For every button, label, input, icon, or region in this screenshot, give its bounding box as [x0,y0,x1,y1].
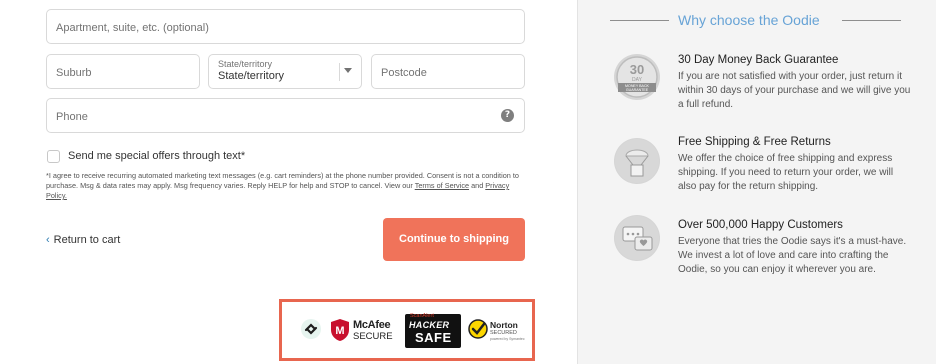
money-back-guarantee-icon: 30 DAY MONEY BACK GUARANTEE [614,54,660,100]
feature-desc-free-shipping: We offer the choice of free shipping and… [678,153,894,192]
mcafee-secure-badge: M McAfee SECURE [330,316,396,344]
title-divider-right [842,20,901,21]
feature-title-money-back: 30 Day Money Back Guarantee [678,54,839,66]
state-select[interactable]: State/territory State/territory [208,54,362,89]
guarantee-icon-band-2: GUARANTEE [626,88,649,92]
phone-input[interactable]: Phone ? [46,98,525,133]
secure-checkout-loop-icon [301,319,321,339]
guarantee-icon-day: DAY [632,77,643,83]
mcafee-brand: McAfee [353,319,391,331]
guarantee-icon-number: 30 [630,62,644,77]
select-divider [339,63,340,81]
hacker-text: HACKER [409,320,450,330]
feature-title-free-shipping: Free Shipping & Free Returns [678,136,831,148]
special-offers-checkbox[interactable] [47,150,60,163]
chevron-down-icon [344,68,352,73]
state-label: State/territory [218,59,273,69]
feature-desc-happy-customers: Everyone that tries the Oodie says it's … [678,236,907,275]
sidebar-title: Why choose the Oodie [678,12,820,28]
title-divider-left [610,20,669,21]
norton-secured-text: SECURED [490,330,517,336]
chat-heart-icon [614,215,660,261]
safe-text: SAFE [415,330,452,345]
state-value: State/territory [218,70,285,82]
postcode-input[interactable]: Postcode [371,54,525,89]
mcafee-shield-letter: M [335,325,344,337]
powered-by-text: powered by Symantec [490,337,525,341]
sms-disclaimer: *I agree to receive recurring automated … [46,171,526,201]
special-offers-label[interactable]: Send me special offers through text* [68,150,245,162]
continue-to-shipping-button[interactable]: Continue to shipping [383,218,525,261]
return-to-cart-label: Return to cart [53,234,121,246]
trust-badges-highlight: M McAfee SECURE ScanAlert HACKER SAFE No… [279,299,535,361]
mcafee-shield-icon: M [331,319,349,341]
phone-placeholder: Phone [56,111,88,123]
parachute-box-icon [614,138,660,184]
feature-desc-money-back: If you are not satisfied with your order… [678,71,911,110]
chevron-left-icon: ‹ [46,234,50,246]
disclaimer-and: and [471,181,484,190]
postcode-placeholder: Postcode [381,67,427,79]
hacker-safe-badge: ScanAlert HACKER SAFE [405,313,461,348]
return-to-cart-link[interactable]: ‹ Return to cart [46,234,120,246]
apartment-input[interactable]: Apartment, suite, etc. (optional) [46,9,525,44]
terms-of-service-link[interactable]: Terms of Service [415,181,469,190]
suburb-input[interactable]: Suburb [46,54,200,89]
apartment-placeholder: Apartment, suite, etc. (optional) [56,22,209,34]
norton-text: Norton [490,320,518,330]
mcafee-secure-text: SECURE [353,331,393,342]
suburb-placeholder: Suburb [56,67,92,79]
norton-checkmark-icon [468,319,488,339]
norton-secured-badge: Norton SECURED powered by Symantec [468,315,526,347]
feature-title-happy-customers: Over 500,000 Happy Customers [678,219,843,231]
help-icon[interactable]: ? [501,109,514,122]
continue-label: Continue to shipping [399,233,509,245]
scanalert-text: ScanAlert [410,313,434,319]
checkout-form-panel: Apartment, suite, etc. (optional) Suburb… [0,0,577,364]
